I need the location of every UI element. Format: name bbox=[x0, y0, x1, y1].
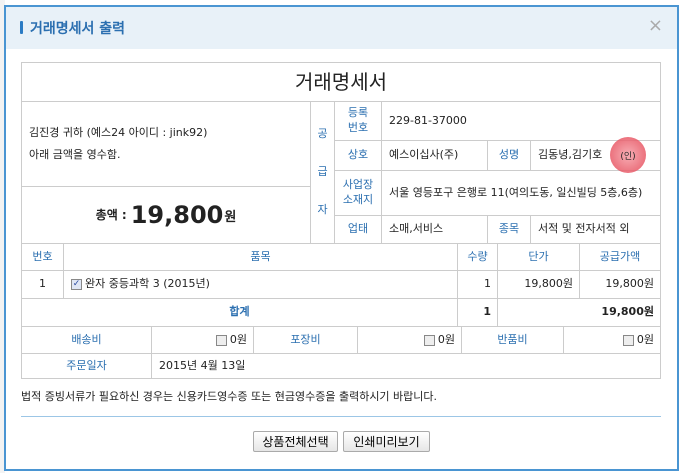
company-seal-icon: (인) bbox=[610, 137, 646, 173]
business-type-label: 업태 bbox=[334, 215, 382, 244]
seal-text: (인) bbox=[620, 151, 636, 162]
shipping-fee-cell: 0원 bbox=[151, 326, 254, 354]
packing-fee-label: 포장비 bbox=[253, 326, 358, 354]
col-header-item: 품목 bbox=[63, 243, 458, 271]
reg-label: 등록 번호 bbox=[334, 101, 382, 141]
supplier-char: 급 bbox=[317, 165, 328, 179]
order-date-value: 2015년 4월 13일 bbox=[151, 353, 661, 379]
business-item-label: 종목 bbox=[487, 215, 531, 244]
sum-label: 합계 bbox=[21, 298, 458, 327]
total-label: 총액 : bbox=[95, 207, 127, 222]
return-fee-label: 반품비 bbox=[461, 326, 564, 354]
title-marker-icon bbox=[20, 21, 23, 34]
address-label: 사업장 소재지 bbox=[334, 170, 382, 216]
item-qty: 1 bbox=[457, 270, 498, 299]
sum-qty: 1 bbox=[457, 298, 498, 327]
dialog-title: 거래명세서 출력 bbox=[30, 21, 126, 37]
item-name-cell: ✓ 완자 중등과학 3 (2015년) bbox=[63, 270, 458, 299]
col-header-no: 번호 bbox=[21, 243, 64, 271]
packing-fee-cell: 0원 bbox=[357, 326, 462, 354]
item-price: 19,800원 bbox=[497, 270, 580, 299]
notice-text: 법적 증빙서류가 필요하신 경우는 신용카드영수증 또는 현금영수증을 출력하시… bbox=[21, 390, 438, 403]
item-no: 1 bbox=[21, 270, 64, 299]
shipping-fee-value: 0원 bbox=[229, 332, 247, 346]
dialog-header: 거래명세서 출력 × bbox=[6, 7, 677, 49]
business-type-value: 소매,서비스 bbox=[381, 215, 488, 244]
order-date-label: 주문일자 bbox=[21, 353, 152, 379]
divider bbox=[21, 416, 661, 417]
business-item-value: 서적 및 전자서적 외 bbox=[530, 215, 661, 244]
supplier-char: 자 bbox=[317, 202, 328, 216]
customer-block: 김진경 귀하 (예스24 아이디 : jink92) 아래 금액을 영수함. bbox=[21, 101, 311, 187]
item-name: 완자 중등과학 3 (2015년) bbox=[85, 277, 210, 291]
close-icon[interactable]: × bbox=[648, 15, 663, 36]
item-amount: 19,800원 bbox=[579, 270, 661, 299]
receipt-note: 아래 금액을 영수함. bbox=[29, 148, 121, 161]
col-header-qty: 수량 bbox=[457, 243, 498, 271]
company-value: 예스이십사(주) bbox=[381, 140, 488, 171]
name-label: 성명 bbox=[487, 140, 531, 171]
return-fee-value: 0원 bbox=[636, 332, 654, 346]
total-amount: 총액 : 19,800 원 bbox=[21, 186, 311, 244]
shipping-fee-checkbox[interactable] bbox=[215, 334, 227, 346]
print-preview-button[interactable]: 인쇄미리보기 bbox=[343, 431, 430, 452]
document-title: 거래명세서 bbox=[21, 62, 661, 102]
customer-name: 김진경 귀하 (예스24 아이디 : jink92) bbox=[29, 126, 208, 139]
return-fee-checkbox[interactable] bbox=[622, 334, 634, 346]
packing-fee-value: 0원 bbox=[437, 332, 455, 346]
sum-amount: 19,800원 bbox=[497, 298, 661, 327]
reg-value: 229-81-37000 bbox=[381, 101, 661, 141]
shipping-fee-label: 배송비 bbox=[21, 326, 152, 354]
select-all-items-button[interactable]: 상품전체선택 bbox=[253, 431, 338, 452]
packing-fee-checkbox[interactable] bbox=[423, 334, 435, 346]
item-checkbox[interactable]: ✓ bbox=[71, 279, 82, 290]
supplier-char: 공 bbox=[317, 127, 328, 141]
col-header-price: 단가 bbox=[497, 243, 580, 271]
company-label: 상호 bbox=[334, 140, 382, 171]
address-value: 서울 영등포구 은행로 11(여의도동, 일신빌딩 5층,6층) bbox=[381, 170, 661, 216]
col-header-amount: 공급가액 bbox=[579, 243, 661, 271]
supplier-label: 공 급 자 bbox=[310, 101, 335, 244]
total-unit: 원 bbox=[224, 210, 237, 226]
total-value: 19,800 bbox=[130, 200, 224, 229]
return-fee-cell: 0원 bbox=[563, 326, 661, 354]
